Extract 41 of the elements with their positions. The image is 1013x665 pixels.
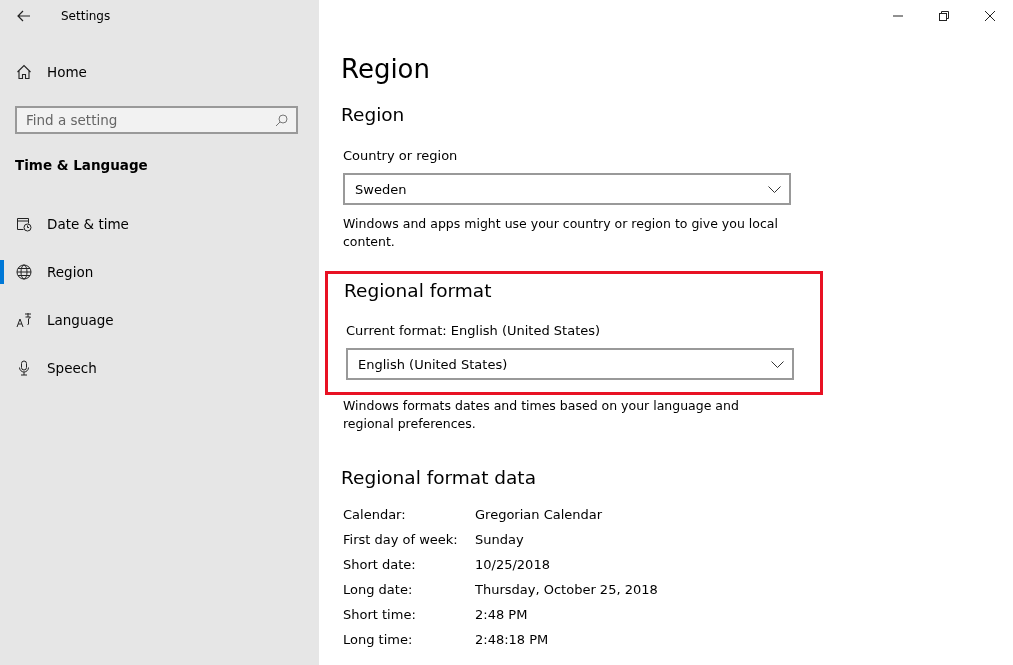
description-text: Windows formats dates and times based on your language and regional preferences. [343, 397, 740, 433]
restore-icon [939, 11, 949, 21]
search-icon [275, 114, 288, 127]
country-dropdown[interactable]: Sweden [343, 173, 791, 205]
section-heading: Time & Language [15, 157, 149, 173]
chevron-down-icon [768, 185, 781, 193]
format-label: Long date: [343, 581, 414, 599]
field-label: Current format: English (United States) [345, 323, 602, 338]
nav-item[interactable]: Language [0, 296, 319, 344]
section-heading: Region [341, 104, 406, 125]
back-arrow-icon[interactable] [17, 10, 31, 22]
format-dropdown[interactable]: English (United States) [346, 348, 794, 380]
format-label: First day of week: [343, 531, 459, 549]
format-label: Short date: [343, 556, 417, 574]
calendar-clock-icon [16, 216, 32, 232]
globe-icon [16, 264, 32, 280]
format-label: Short time: [343, 606, 417, 624]
home-nav-item[interactable]: Home [0, 48, 319, 96]
page-title: Region [341, 54, 431, 84]
window-title: Settings [61, 9, 111, 23]
field-label: Country or region [342, 148, 459, 163]
nav-item[interactable]: Speech [0, 344, 319, 392]
description-text: Windows and apps might use your country or region to give you local content. [343, 215, 779, 251]
nav-item[interactable]: Date & time [0, 200, 319, 248]
home-icon [16, 64, 32, 80]
section-heading: Regional format [344, 280, 493, 301]
chevron-down-icon [771, 360, 784, 368]
format-value: Thursday, October 25, 2018 [475, 581, 659, 599]
section-heading: Regional format data [341, 467, 537, 488]
format-value: Sunday [475, 531, 525, 549]
format-value: 2:48 PM [475, 606, 529, 624]
language-icon [16, 312, 32, 328]
format-label: Calendar: [343, 506, 407, 524]
search-field[interactable]: Find a setting [15, 106, 298, 134]
format-label: Long time: [343, 631, 414, 649]
format-value: 10/25/2018 [475, 556, 551, 574]
format-value: 2:48:18 PM [475, 631, 550, 649]
microphone-icon [16, 360, 32, 376]
format-value: Gregorian Calendar [475, 506, 604, 524]
close-icon [985, 11, 995, 21]
nav-item[interactable]: Region [0, 248, 319, 296]
